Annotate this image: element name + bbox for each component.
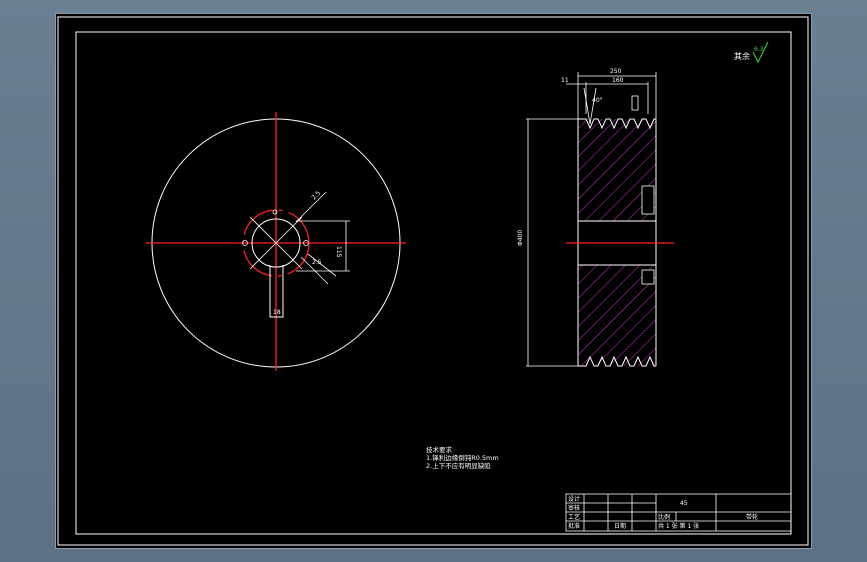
tb-material: 45 <box>680 500 688 507</box>
roughness-value: 6.3 <box>754 46 764 53</box>
chamfer-a-dim: 2.5 <box>310 190 322 202</box>
side-view: Φ400 250 160 11 40° <box>517 68 674 367</box>
tb-date: 日期 <box>614 522 626 530</box>
cad-viewport[interactable]: 18 115 2.5 2.5 Φ400 250 160 11 40° 其余 6.… <box>55 13 812 549</box>
keyway-section-bottom <box>641 269 655 285</box>
tb-part-name: 带轮 <box>746 513 758 521</box>
dim-inner: 160 <box>612 77 624 84</box>
groove-angle: 40° <box>592 97 603 104</box>
keyway-dim: 18 <box>273 309 281 316</box>
roughness-label: 其余 <box>734 51 750 61</box>
tb-approve: 批准 <box>568 522 580 530</box>
tb-check: 审核 <box>568 504 580 512</box>
tb-craft: 工艺 <box>568 513 580 521</box>
tb-scale-label: 比例 <box>658 513 670 521</box>
tech-notes-line2: 2.上下不应有明显缺陷 <box>426 461 491 470</box>
groove-detail-box <box>631 95 639 111</box>
front-view: 18 115 2.5 2.5 <box>146 112 406 371</box>
tech-notes: 技术要求 1.锋利边缘倒钝R0.5mm 2.上下不应有明显缺陷 <box>426 445 499 470</box>
dim-overall: 250 <box>610 68 622 75</box>
keyway-section-top <box>641 185 655 215</box>
roughness-symbol: 其余 6.3 <box>734 41 769 64</box>
bore-dim: 115 <box>335 246 342 258</box>
tech-notes-heading: 技术要求 <box>426 445 453 454</box>
dim-small: 11 <box>561 77 569 84</box>
tech-notes-line1: 1.锋利边缘倒钝R0.5mm <box>426 453 499 462</box>
dia-dim: Φ400 <box>517 230 524 246</box>
tb-design: 设计 <box>568 495 580 503</box>
tb-sheet-info: 共 1 张 第 1 张 <box>658 522 699 530</box>
cad-drawing: 18 115 2.5 2.5 Φ400 250 160 11 40° 其余 6.… <box>57 16 809 546</box>
chamfer-b-dim: 2.5 <box>312 259 322 266</box>
